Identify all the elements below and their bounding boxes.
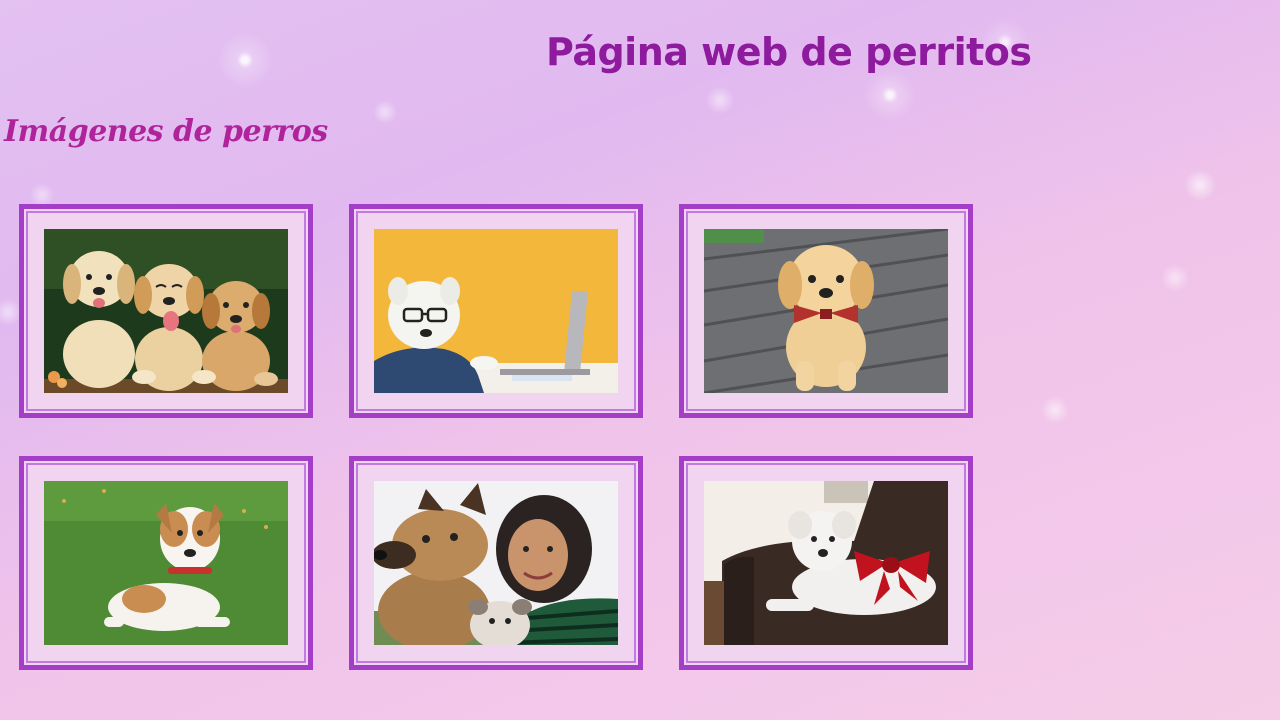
gallery-item-3[interactable] bbox=[679, 204, 973, 418]
gallery-item-5[interactable] bbox=[349, 456, 643, 670]
white-dog-red-bow-sofa-photo bbox=[704, 481, 948, 645]
gallery-item-4[interactable] bbox=[19, 456, 313, 670]
westie-with-glasses-laptop-photo bbox=[374, 229, 618, 393]
gallery-item-2[interactable] bbox=[349, 204, 643, 418]
section-title: Imágenes de perros bbox=[4, 114, 328, 149]
golden-puppy-bowtie-photo bbox=[704, 229, 948, 393]
three-golden-puppies-photo bbox=[44, 229, 288, 393]
gallery-item-1[interactable] bbox=[19, 204, 313, 418]
image-gallery bbox=[19, 204, 973, 670]
gallery-item-6[interactable] bbox=[679, 456, 973, 670]
woman-with-dogs-selfie-photo bbox=[374, 481, 618, 645]
page-title: Página web de perritos bbox=[546, 30, 1032, 74]
jack-russell-puppy-grass-photo bbox=[44, 481, 288, 645]
